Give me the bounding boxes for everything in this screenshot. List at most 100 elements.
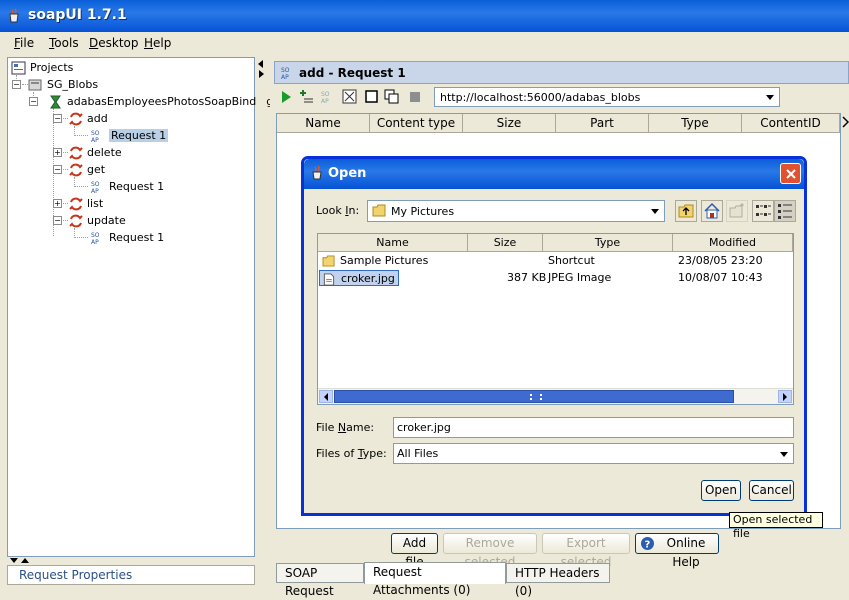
square-icon[interactable]: [364, 89, 380, 105]
column-header[interactable]: Type: [543, 234, 673, 252]
svg-text:AP: AP: [321, 98, 329, 105]
open-dialog: Open Look In: My Pictures Name Size Type…: [301, 156, 807, 516]
column-header[interactable]: Size: [463, 114, 556, 133]
scroll-left-button[interactable]: [319, 390, 333, 403]
dialog-title: Open: [328, 166, 367, 181]
add-assertion-icon[interactable]: [298, 89, 314, 105]
tree-operation-delete[interactable]: delete: [68, 144, 122, 161]
column-header[interactable]: ContentID: [742, 114, 840, 133]
copy-icon[interactable]: [384, 89, 400, 105]
menu-help[interactable]: Help: [144, 36, 171, 50]
column-header[interactable]: Size: [468, 234, 543, 252]
tile-icon[interactable]: [342, 89, 358, 105]
scroll-thumb[interactable]: [334, 390, 734, 403]
details-view-button[interactable]: [774, 200, 796, 222]
run-icon[interactable]: [278, 89, 294, 105]
file-icon: [323, 272, 335, 286]
svg-text:SO: SO: [321, 91, 330, 98]
title-bar: soapUI 1.7.1: [0, 0, 849, 32]
interface-icon: [50, 95, 61, 109]
file-name-field[interactable]: croker.jpg: [393, 417, 794, 438]
endpoint-combo[interactable]: http://localhost:56000/adabas_blobs: [434, 87, 780, 107]
column-header[interactable]: Content type: [370, 114, 463, 133]
close-button[interactable]: [780, 163, 801, 184]
file-type: JPEG Image: [548, 271, 612, 284]
column-header[interactable]: Modified: [673, 234, 793, 252]
tab-request-attachments[interactable]: Request Attachments (0): [364, 562, 506, 597]
open-button[interactable]: Open: [701, 480, 741, 501]
tree-request-add[interactable]: SO AP Request 1: [90, 127, 169, 144]
online-help-button[interactable]: ? Online Help: [635, 533, 719, 569]
file-list[interactable]: Name Size Type Modified Sample Pictures …: [317, 233, 794, 405]
tree-operation-list[interactable]: list: [68, 195, 103, 212]
operation-icon: [69, 197, 83, 211]
svg-text:SO: SO: [91, 232, 100, 239]
request-properties-panel[interactable]: Request Properties: [7, 565, 255, 585]
files-of-type-combo[interactable]: All Files: [393, 443, 794, 464]
up-folder-icon: [678, 204, 694, 218]
stop-icon[interactable]: [407, 89, 423, 105]
column-header[interactable]: Name: [277, 114, 370, 133]
menu-desktop[interactable]: Desktop: [89, 36, 139, 50]
split-arrows-icon[interactable]: [257, 59, 265, 79]
column-header[interactable]: Part: [556, 114, 649, 133]
list-item[interactable]: Sample Pictures: [322, 253, 428, 269]
tree-operation-get[interactable]: get: [68, 161, 105, 178]
chevron-down-icon[interactable]: [778, 448, 790, 460]
operation-label: list: [87, 197, 104, 210]
tree-operation-update[interactable]: update: [68, 212, 126, 229]
splitter[interactable]: [256, 57, 266, 585]
operation-label: delete: [87, 146, 122, 159]
chevron-down-icon[interactable]: [763, 90, 777, 104]
export-selected-button[interactable]: Export selected: [542, 533, 630, 569]
project-tree[interactable]: Projects − SG_Blobs − adabasEmployeesPho…: [7, 57, 273, 557]
online-help-label: Online Help: [666, 536, 706, 569]
chevron-right-icon[interactable]: [842, 116, 849, 128]
home-button[interactable]: [701, 200, 723, 222]
list-view-button[interactable]: [752, 200, 774, 222]
soapui-icon: [9, 8, 19, 23]
add-file-button[interactable]: Add file: [391, 533, 438, 569]
tree-operation-add[interactable]: add: [68, 110, 108, 127]
folder-icon: [372, 204, 386, 217]
column-header[interactable]: Name: [318, 234, 468, 252]
tree-request-update[interactable]: SO AP Request 1: [90, 229, 164, 246]
remove-selected-button[interactable]: Remove selected: [443, 533, 537, 569]
list-item[interactable]: croker.jpg: [319, 270, 399, 286]
column-header[interactable]: Type: [649, 114, 742, 133]
tab-soap-request[interactable]: SOAP Request: [276, 563, 364, 598]
tree-interface[interactable]: adabasEmployeesPhotosSoapBinding: [48, 93, 273, 110]
left-footer: Request Properties: [7, 557, 255, 585]
tree-root[interactable]: Projects: [11, 59, 73, 76]
tree-root-label: Projects: [30, 61, 74, 74]
split-arrows-icon[interactable]: [9, 557, 31, 565]
collapse-icon[interactable]: −: [29, 97, 38, 106]
svg-text:SO: SO: [281, 67, 290, 74]
expand-icon[interactable]: +: [53, 148, 62, 157]
dialog-title-bar: Open: [304, 159, 804, 189]
request-title: add - Request 1: [299, 66, 406, 80]
new-folder-button[interactable]: [726, 200, 748, 222]
expand-icon[interactable]: +: [53, 199, 62, 208]
scroll-right-button[interactable]: [778, 390, 792, 403]
collapse-icon[interactable]: −: [53, 165, 62, 174]
tree-request-get[interactable]: SO AP Request 1: [90, 178, 164, 195]
menu-file[interactable]: File: [14, 36, 34, 50]
tree-project[interactable]: SG_Blobs: [28, 76, 98, 93]
soap-request-icon: SOAP: [91, 232, 100, 245]
cancel-button[interactable]: Cancel: [749, 480, 794, 501]
request-label: Request 1: [109, 180, 165, 193]
collapse-icon[interactable]: −: [53, 216, 62, 225]
horizontal-scrollbar[interactable]: [318, 388, 793, 404]
file-type: Shortcut: [548, 254, 595, 267]
soap-clone-icon[interactable]: SOAP: [320, 89, 336, 105]
collapse-icon[interactable]: −: [53, 114, 62, 123]
look-in-combo[interactable]: My Pictures: [367, 200, 665, 222]
collapse-icon[interactable]: −: [12, 80, 21, 89]
up-folder-button[interactable]: [675, 200, 697, 222]
operation-icon: [69, 163, 83, 177]
soap-request-icon: SOAP: [91, 181, 100, 194]
menu-tools[interactable]: Tools: [49, 36, 79, 50]
tab-http-headers[interactable]: HTTP Headers (0): [506, 563, 610, 598]
chevron-down-icon[interactable]: [649, 205, 661, 217]
